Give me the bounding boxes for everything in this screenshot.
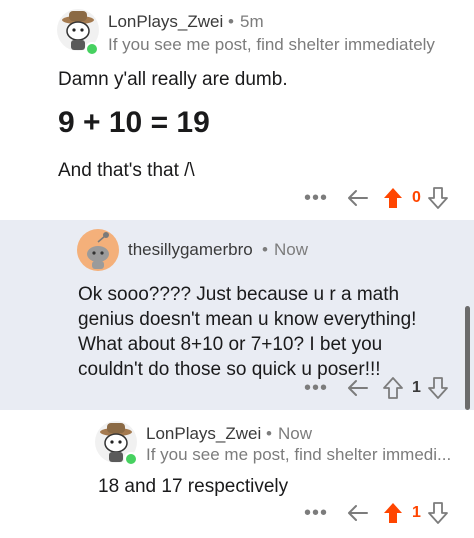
username[interactable]: thesillygamerbro — [128, 240, 253, 260]
timestamp: Now — [274, 240, 309, 259]
more-dots-icon[interactable]: ••• — [300, 187, 332, 210]
comment-1: LonPlays_Zwei • 5m If you see me post, f… — [0, 0, 474, 220]
online-status-icon — [124, 452, 138, 466]
upvote-arrow-icon[interactable] — [380, 187, 406, 209]
upvote-arrow-icon[interactable] — [380, 502, 406, 524]
vote-score: 1 — [412, 379, 421, 396]
timestamp: 5m — [240, 12, 264, 31]
downvote-arrow-icon[interactable] — [427, 377, 449, 399]
separator-dot: • — [262, 240, 268, 259]
more-dots-icon[interactable]: ••• — [300, 502, 332, 525]
comment-actions: ••• 1 — [300, 373, 449, 403]
comment-3: LonPlays_Zwei • Now If you see me post, … — [0, 410, 474, 538]
separator-dot: • — [266, 424, 272, 443]
comment-2: thesillygamerbro • Now Ok sooo???? Just … — [0, 220, 474, 410]
user-flair: If you see me post, find shelter immedia… — [108, 35, 435, 54]
more-dots-icon[interactable]: ••• — [300, 377, 332, 400]
online-status-icon — [85, 42, 99, 56]
scrollbar[interactable] — [465, 306, 470, 410]
comment-closing-line: And that's that /\ — [58, 160, 195, 181]
downvote-arrow-icon[interactable] — [427, 502, 449, 524]
comment-equation: 9 + 10 = 19 — [58, 106, 210, 139]
comment-body-line: genius doesn't mean u know everything! — [78, 309, 417, 330]
reply-arrow-icon[interactable] — [340, 378, 376, 398]
username[interactable]: LonPlays_Zwei — [146, 424, 261, 444]
separator-dot: • — [228, 12, 234, 31]
comment-actions: ••• 0 — [300, 183, 449, 213]
username[interactable]: LonPlays_Zwei — [108, 12, 223, 32]
comment-body-line: Ok sooo???? Just because u r a math — [78, 284, 400, 305]
comment-body-line: 18 and 17 respectively — [98, 476, 289, 497]
vote-score: 0 — [412, 189, 421, 206]
user-flair: If you see me post, find shelter immedi.… — [146, 445, 452, 464]
reply-arrow-icon[interactable] — [340, 188, 376, 208]
upvote-arrow-icon[interactable] — [380, 377, 406, 399]
vote-score: 1 — [412, 504, 421, 521]
reply-arrow-icon[interactable] — [340, 503, 376, 523]
timestamp: Now — [278, 424, 313, 443]
comment-actions: ••• 1 — [300, 498, 449, 528]
comment-body-line: Damn y'all really are dumb. — [58, 69, 288, 90]
comment-body-line: What about 8+10 or 7+10? I bet you — [78, 334, 383, 355]
downvote-arrow-icon[interactable] — [427, 187, 449, 209]
snoo-avatar[interactable] — [76, 228, 120, 272]
